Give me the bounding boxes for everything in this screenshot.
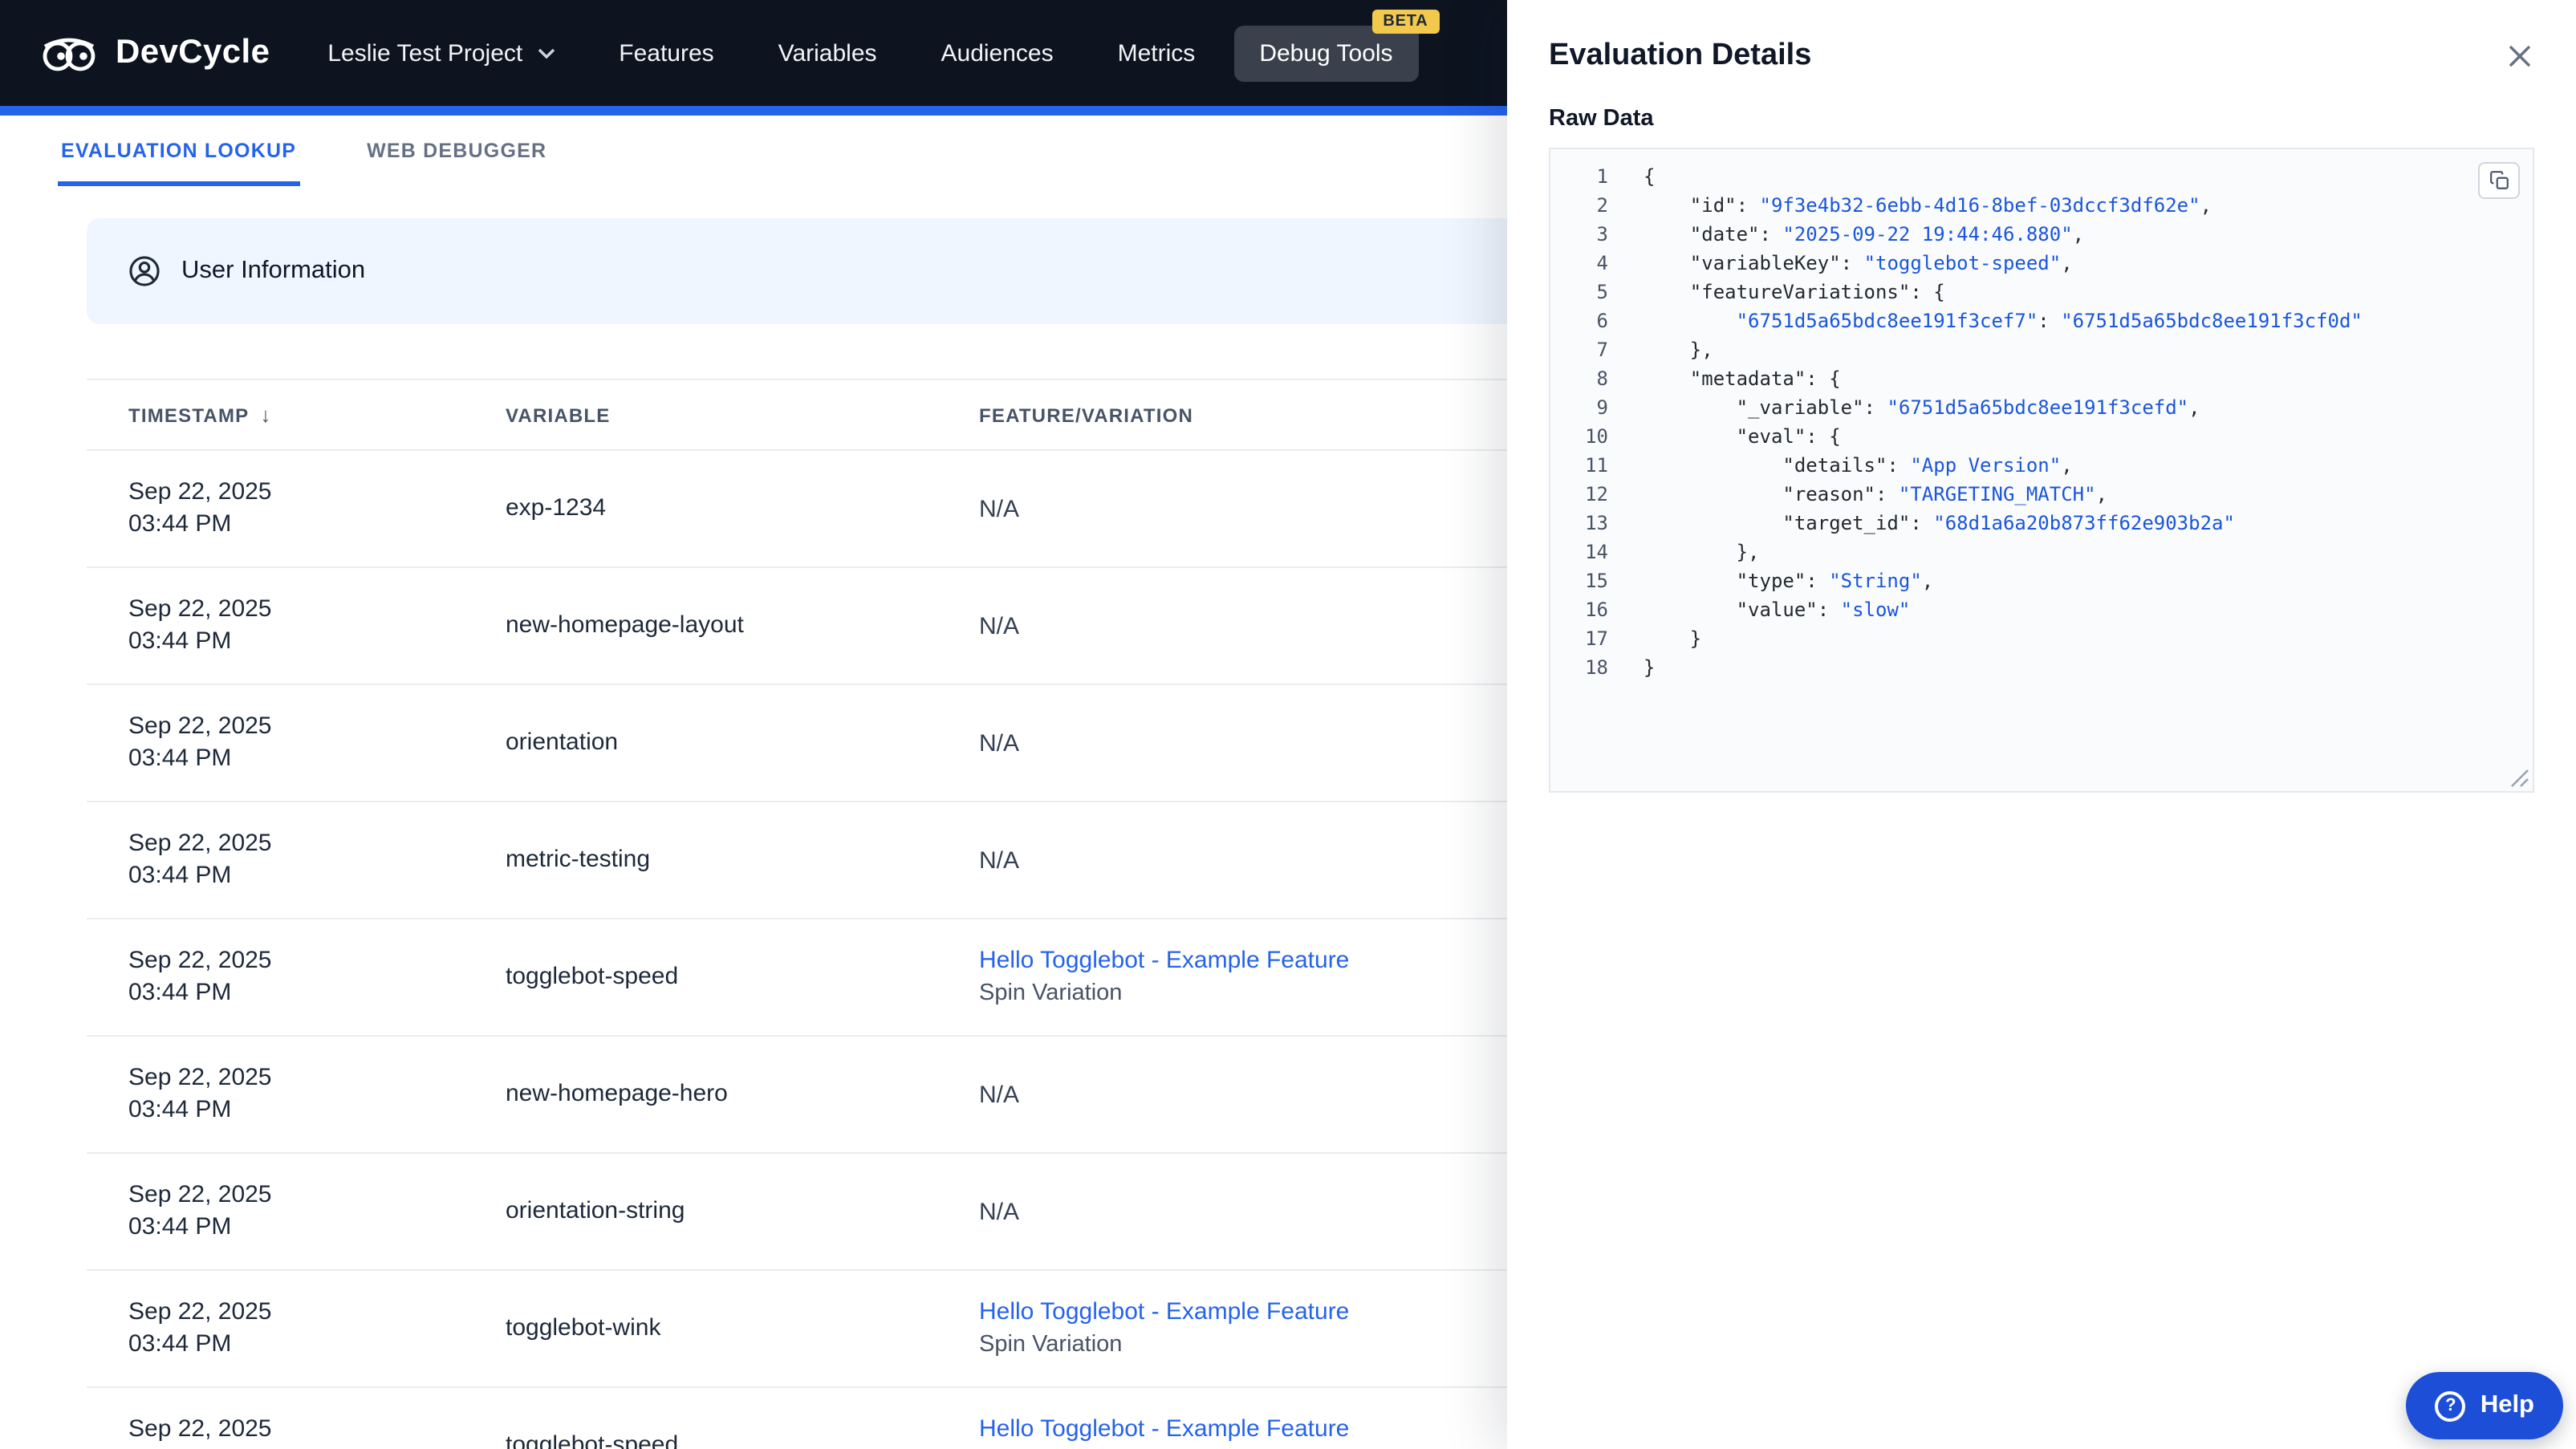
timestamp-date: Sep 22, 2025 (128, 830, 272, 857)
variable-name: metric-testing (506, 846, 651, 873)
timestamp-date: Sep 22, 2025 (128, 478, 272, 505)
evaluation-details-drawer: Evaluation Details Raw Data 1{2 "id": "9… (1507, 0, 2576, 1449)
variable-cell: togglebot-wink (506, 1270, 979, 1388)
variable-cell: new-homepage-hero (506, 1036, 979, 1154)
timestamp-time: 03:44 PM (128, 1213, 232, 1240)
variable-name: new-homepage-layout (506, 611, 744, 639)
brand[interactable]: DevCycle (39, 32, 270, 74)
variable-name: togglebot-speed (506, 963, 679, 990)
variable-name: togglebot-speed (506, 1431, 679, 1449)
timestamp-time: 03:44 PM (128, 510, 232, 538)
help-label: Help (2480, 1391, 2534, 1419)
timestamp-cell: Sep 22, 2025 03:44 PM (87, 684, 506, 802)
variable-cell: metric-testing (506, 802, 979, 919)
timestamp-time: 03:44 PM (128, 1446, 506, 1449)
close-button[interactable] (2504, 40, 2536, 72)
variable-cell: orientation-string (506, 1153, 979, 1271)
variable-cell: togglebot-speed (506, 919, 979, 1037)
variable-name: exp-1234 (506, 494, 607, 522)
timestamp-date: Sep 22, 2025 (128, 947, 272, 974)
raw-data-code-block: 1{2 "id": "9f3e4b32-6ebb-4d16-8bef-03dcc… (1549, 148, 2534, 793)
beta-badge: BETA (1371, 9, 1440, 33)
variable-cell: togglebot-speed (506, 1387, 979, 1449)
project-selector[interactable]: Leslie Test Project (327, 39, 555, 67)
nav-item-metrics[interactable]: Metrics (1118, 39, 1196, 67)
drawer-header: Evaluation Details (1507, 0, 2576, 74)
nav-item-audiences[interactable]: Audiences (941, 39, 1054, 67)
help-button[interactable]: ? Help (2406, 1372, 2563, 1439)
timestamp-cell: Sep 22, 2025 03:44 PM (87, 450, 506, 568)
banner-title: User Information (181, 257, 366, 284)
column-label-timestamp: TIMESTAMP (128, 404, 250, 427)
sort-desc-icon: ↓ (260, 403, 272, 427)
brand-name: DevCycle (116, 34, 270, 71)
resize-handle-icon[interactable] (2510, 769, 2529, 788)
timestamp-date: Sep 22, 2025 (128, 712, 272, 740)
variable-cell: exp-1234 (506, 450, 979, 568)
timestamp-cell: Sep 22, 2025 03:44 PM (87, 1387, 506, 1449)
primary-nav: Features Variables Audiences Metrics (619, 39, 1195, 67)
timestamp-cell: Sep 22, 2025 03:44 PM (87, 1270, 506, 1388)
timestamp-time: 03:44 PM (128, 1330, 232, 1358)
timestamp-time: 03:44 PM (128, 862, 232, 889)
variable-name: new-homepage-hero (506, 1080, 728, 1107)
variable-cell: orientation (506, 684, 979, 802)
variable-cell: new-homepage-layout (506, 567, 979, 685)
timestamp-cell: Sep 22, 2025 03:44 PM (87, 919, 506, 1037)
chevron-down-icon (537, 47, 555, 59)
nav-item-debug-tools[interactable]: Debug Tools BETA (1233, 9, 1440, 81)
debug-tools-label: Debug Tools (1259, 39, 1393, 67)
nav-item-features[interactable]: Features (619, 39, 713, 67)
variable-name: togglebot-wink (506, 1314, 661, 1341)
timestamp-time: 03:44 PM (128, 979, 232, 1006)
timestamp-cell: Sep 22, 2025 03:44 PM (87, 802, 506, 919)
tab-evaluation-lookup[interactable]: EVALUATION LOOKUP (58, 116, 300, 186)
devcycle-logo-icon (39, 32, 100, 74)
column-header-variable: VARIABLE (506, 379, 979, 451)
timestamp-date: Sep 22, 2025 (128, 1064, 272, 1091)
project-name: Leslie Test Project (327, 39, 523, 67)
timestamp-date: Sep 22, 2025 (128, 1415, 272, 1443)
timestamp-time: 03:44 PM (128, 1096, 232, 1123)
timestamp-date: Sep 22, 2025 (128, 595, 272, 623)
timestamp-date: Sep 22, 2025 (128, 1298, 272, 1325)
timestamp-date: Sep 22, 2025 (128, 1181, 272, 1208)
tab-web-debugger[interactable]: WEB DEBUGGER (364, 116, 550, 186)
timestamp-cell: Sep 22, 2025 03:44 PM (87, 1153, 506, 1271)
app-viewport: DevCycle Leslie Test Project Features Va… (0, 0, 2576, 1449)
raw-data-label: Raw Data (1549, 106, 1654, 132)
variable-name: orientation (506, 729, 619, 756)
copy-icon (2489, 170, 2509, 191)
close-icon (2507, 45, 2533, 74)
copy-button[interactable] (2478, 162, 2520, 199)
timestamp-time: 03:44 PM (128, 627, 232, 655)
column-header-timestamp[interactable]: TIMESTAMP ↓ (87, 379, 506, 451)
user-circle-icon (127, 254, 162, 289)
question-mark-icon: ? (2435, 1390, 2466, 1421)
timestamp-cell: Sep 22, 2025 03:44 PM (87, 567, 506, 685)
code-content: 1{2 "id": "9f3e4b32-6ebb-4d16-8bef-03dcc… (1585, 165, 2363, 679)
variable-name: orientation-string (506, 1197, 685, 1224)
drawer-title: Evaluation Details (1549, 39, 1812, 72)
timestamp-cell: Sep 22, 2025 03:44 PM (87, 1036, 506, 1154)
nav-item-variables[interactable]: Variables (778, 39, 877, 67)
code-scroll-area[interactable]: 1{2 "id": "9f3e4b32-6ebb-4d16-8bef-03dcc… (1550, 149, 2533, 791)
timestamp-time: 03:44 PM (128, 745, 232, 772)
